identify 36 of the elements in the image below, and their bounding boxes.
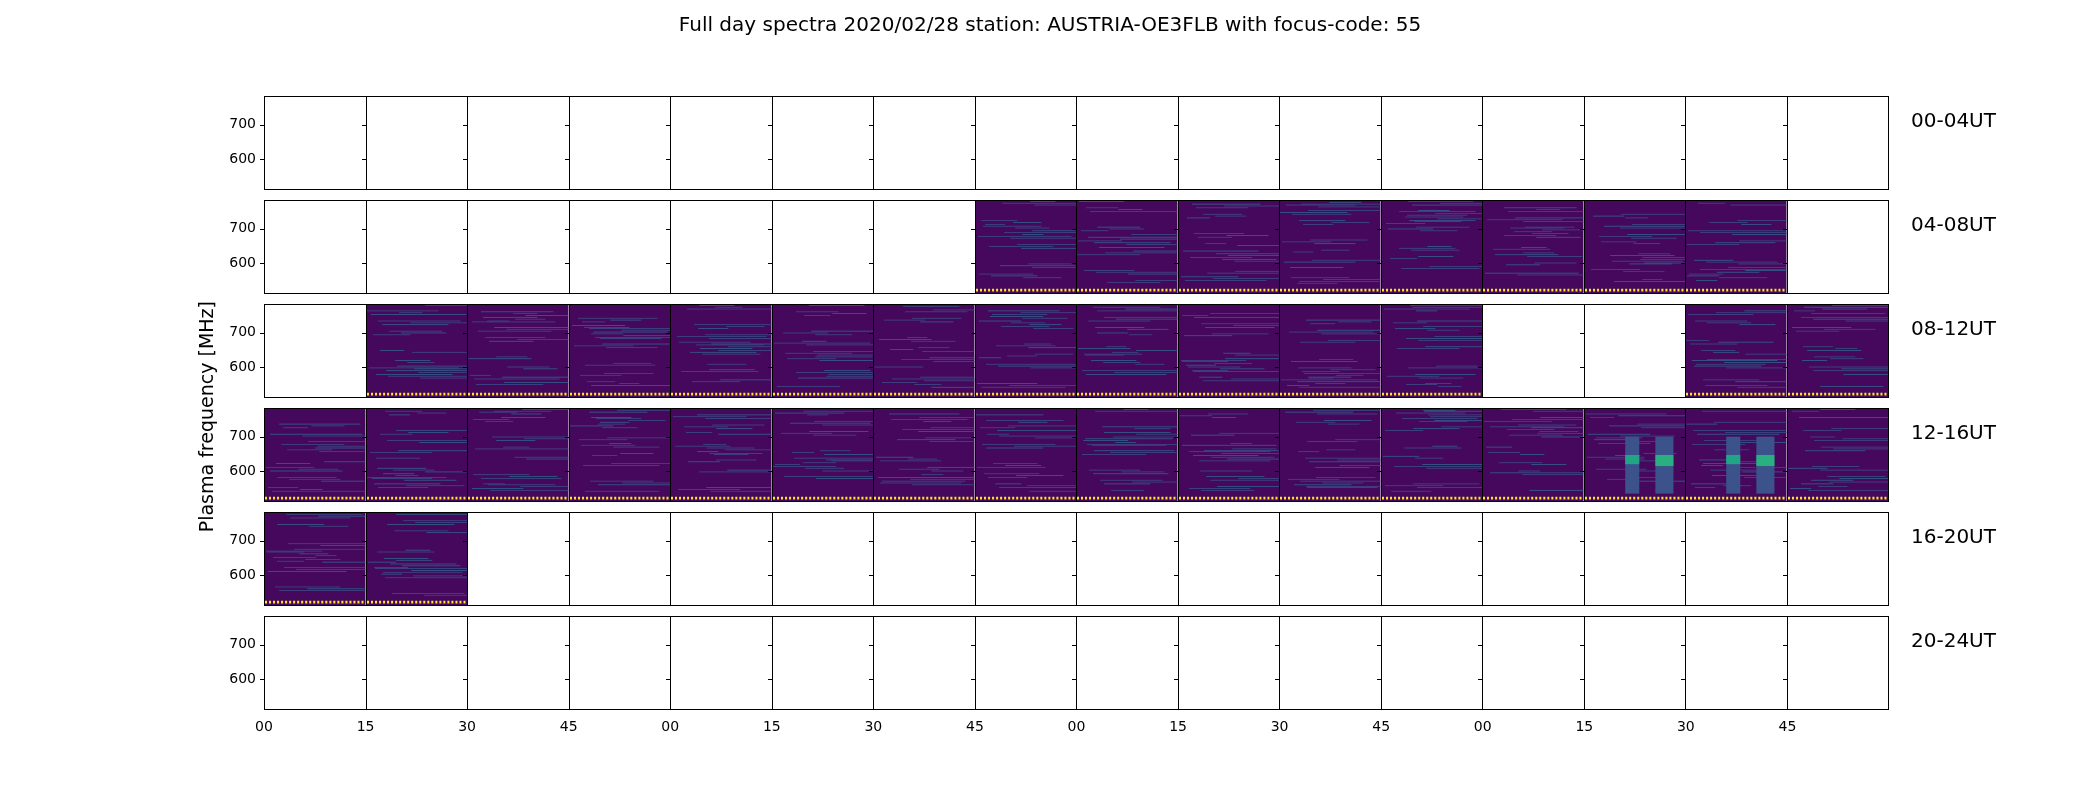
tick-label: 600 xyxy=(229,254,256,270)
tick-label: 00 xyxy=(1067,718,1086,734)
tick-label: 600 xyxy=(229,358,256,374)
tick-label: 45 xyxy=(966,718,984,734)
row-label: 00-04UT xyxy=(1910,107,1996,134)
row-label: 08-12UT xyxy=(1910,315,1996,342)
row-label: 12-16UT xyxy=(1910,419,1996,446)
tick-label: 45 xyxy=(559,718,578,734)
tick-label: 700 xyxy=(229,115,256,131)
tick-label: 700 xyxy=(229,635,256,651)
tick-label: 45 xyxy=(1372,718,1391,734)
tick-label: 00 xyxy=(1473,718,1492,734)
tick-label: 00 xyxy=(661,718,680,734)
tick-label: 30 xyxy=(864,718,883,734)
tick-label: 15 xyxy=(1169,718,1187,734)
tick-label: 600 xyxy=(229,566,256,582)
tick-label: 700 xyxy=(229,219,256,235)
tick-label: 600 xyxy=(229,150,256,166)
tick-label: 00 xyxy=(255,718,273,734)
tick-label: 30 xyxy=(1676,718,1695,734)
row-label: 16-20UT xyxy=(1910,523,1996,550)
tick-label: 600 xyxy=(229,462,256,478)
row-label: 04-08UT xyxy=(1910,211,1996,238)
tick-label: 600 xyxy=(229,670,256,686)
tick-label: 15 xyxy=(1575,718,1594,734)
tick-label: 15 xyxy=(356,718,375,734)
chart-title: Full day spectra 2020/02/28 station: AUSTRIA-OE3FLB with focus-code: 55 xyxy=(677,11,1423,38)
axis-label: Plasma frequency [MHz] xyxy=(195,301,217,533)
row-label: 20-24UT xyxy=(1910,627,1996,654)
tick-label: 700 xyxy=(229,323,256,339)
tick-label: 45 xyxy=(1778,718,1797,734)
tick-label: 30 xyxy=(458,718,477,734)
tick-label: 15 xyxy=(762,718,781,734)
tick-label: 700 xyxy=(229,427,256,443)
tick-label: 700 xyxy=(229,531,256,547)
tick-label: 30 xyxy=(1270,718,1289,734)
